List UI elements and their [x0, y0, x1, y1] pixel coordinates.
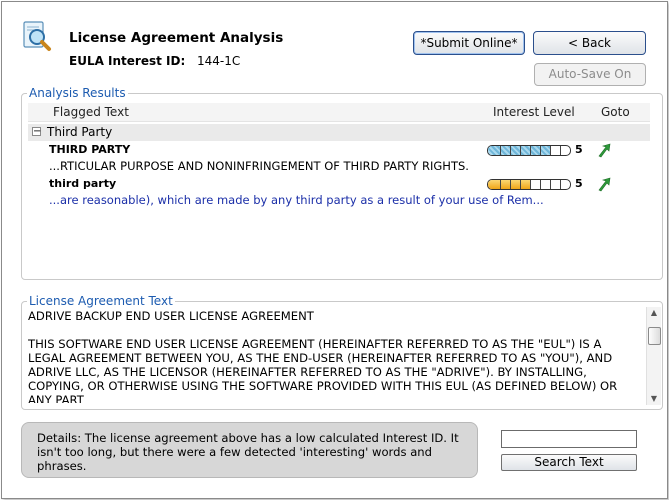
analysis-results-legend: Analysis Results: [27, 86, 128, 100]
flagged-term: THIRD PARTY: [49, 143, 131, 156]
meter-divider: [560, 180, 561, 189]
column-header-flagged-text[interactable]: Flagged Text: [53, 105, 129, 119]
license-text-body[interactable]: ADRIVE BACKUP END USER LICENSE AGREEMENT…: [28, 309, 642, 403]
license-text-panel: License Agreement Text ADRIVE BACKUP END…: [21, 294, 663, 410]
results-grid-header: Flagged Text Interest Level Goto: [28, 103, 650, 122]
search-text-button[interactable]: Search Text: [501, 454, 637, 471]
eula-interest-label: EULA Interest ID:: [69, 54, 186, 68]
result-row[interactable]: THIRD PARTY 5 ...RTICULAR PURPOSE AND NO…: [22, 142, 662, 176]
meter-divider: [560, 146, 561, 155]
analysis-results-panel: Analysis Results Flagged Text Interest L…: [21, 86, 663, 280]
interest-meter-fill: [488, 180, 530, 189]
goto-arrow-icon[interactable]: [596, 176, 612, 192]
meter-divider: [520, 146, 521, 155]
flagged-term: third party: [49, 177, 117, 190]
group-row-third-party: − Third Party: [28, 124, 650, 141]
group-label: Third Party: [47, 125, 113, 139]
eula-interest-value: 144-1C: [197, 54, 241, 68]
flagged-snippet: ...are reasonable), which are made by an…: [49, 193, 544, 207]
meter-divider: [500, 180, 501, 189]
submit-online-button[interactable]: *Submit Online*: [413, 31, 525, 55]
flagged-snippet: ...RTICULAR PURPOSE AND NONINFRINGEMENT …: [49, 159, 469, 173]
scroll-down-icon[interactable]: ▼: [647, 393, 661, 405]
goto-arrow-icon[interactable]: [596, 142, 612, 158]
meter-divider: [550, 180, 551, 189]
meter-divider: [540, 180, 541, 189]
meter-divider: [510, 146, 511, 155]
result-row[interactable]: third party 5 ...are reasonable), which …: [22, 176, 662, 210]
search-input[interactable]: [501, 430, 637, 448]
interest-level-value: 5: [575, 177, 583, 190]
interest-level-meter: [487, 145, 571, 156]
column-header-goto[interactable]: Goto: [601, 105, 630, 119]
page-title: License Agreement Analysis: [69, 30, 284, 46]
collapse-toggle[interactable]: −: [32, 127, 41, 137]
column-header-interest-level[interactable]: Interest Level: [493, 105, 575, 119]
scrollbar-thumb[interactable]: [648, 327, 661, 345]
meter-divider: [540, 146, 541, 155]
license-text-scrollbar[interactable]: ▲ ▼: [646, 307, 661, 405]
meter-divider: [500, 146, 501, 155]
meter-divider: [510, 180, 511, 189]
interest-level-value: 5: [575, 143, 583, 156]
meter-divider: [520, 180, 521, 189]
license-text-legend: License Agreement Text: [27, 294, 175, 308]
interest-level-meter: [487, 179, 571, 190]
app-window: License Agreement Analysis EULA Interest…: [1, 1, 668, 499]
back-button[interactable]: < Back: [533, 31, 646, 55]
meter-divider: [550, 146, 551, 155]
meter-divider: [530, 146, 531, 155]
auto-save-button[interactable]: Auto-Save On: [534, 63, 646, 86]
meter-divider: [530, 180, 531, 189]
details-box: Details: The license agreement above has…: [21, 422, 478, 478]
document-magnifier-icon: [23, 21, 51, 51]
scroll-up-icon[interactable]: ▲: [647, 307, 661, 319]
